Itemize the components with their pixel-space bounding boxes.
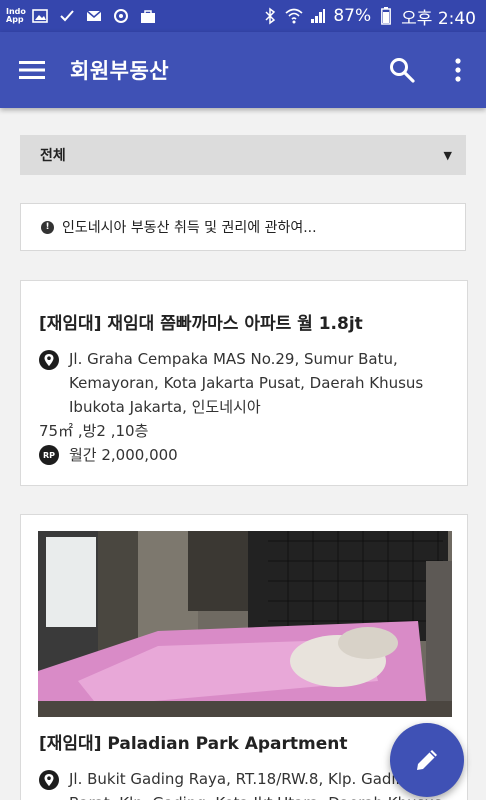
mail-icon: [85, 7, 103, 25]
status-bar: Indo App 87% 오후 2:40: [0, 0, 486, 32]
gallery-icon: [31, 7, 49, 25]
check-icon: [58, 7, 76, 25]
more-vert-icon: [455, 58, 461, 82]
filter-selected-value: 전체: [40, 148, 66, 164]
listing-size: 75㎡ ,방2 ,10층: [39, 422, 149, 440]
hamburger-menu-icon: [19, 61, 45, 79]
location-pin-icon: [39, 350, 59, 370]
more-options-button[interactable]: [430, 32, 486, 108]
listing-price: 월간 2,000,000: [69, 446, 178, 464]
rupiah-icon: RP: [39, 445, 59, 465]
info-icon: !: [41, 220, 54, 234]
indo-app-notification-icon: Indo App: [6, 7, 26, 24]
battery-percent: 87%: [333, 6, 372, 26]
sync-icon: [112, 7, 130, 25]
listing-address-row: Jl. Graha Cempaka MAS No.29, Sumur Batu,…: [21, 350, 467, 419]
bedroom-photo-image: [38, 531, 452, 717]
location-pin-icon: [39, 770, 59, 790]
compose-fab-button[interactable]: [390, 723, 464, 797]
search-icon: [390, 58, 415, 83]
listing-price-row: RP 월간 2,000,000: [21, 443, 467, 467]
notice-text: 인도네시아 부동산 취득 및 권리에 관하여...: [62, 220, 317, 236]
notice-banner[interactable]: ! 인도네시아 부동산 취득 및 권리에 관하여...: [20, 203, 466, 251]
search-button[interactable]: [374, 32, 430, 108]
wifi-icon: [285, 7, 303, 25]
store-bag-icon: [139, 7, 157, 25]
listing-feed[interactable]: 전체 ▼ ! 인도네시아 부동산 취득 및 권리에 관하여... [재임대] 재…: [0, 108, 486, 800]
edit-pencil-icon: [417, 750, 437, 770]
listing-title: [재임대] 재임대 쯤빠까마스 아파트 월 1.8jt: [39, 314, 363, 334]
listing-photo[interactable]: [38, 531, 452, 717]
menu-button[interactable]: [0, 32, 64, 108]
listing-address: Jl. Graha Cempaka MAS No.29, Sumur Batu,…: [69, 350, 424, 416]
app-bar: 회원부동산: [0, 32, 486, 108]
listing-card[interactable]: [재임대] 재임대 쯤빠까마스 아파트 월 1.8jt Jl. Graha Ce…: [20, 280, 468, 486]
signal-icon: [309, 7, 327, 25]
clock: 오후 2:40: [401, 8, 476, 29]
bluetooth-icon: [261, 7, 279, 25]
category-filter-select[interactable]: 전체 ▼: [20, 135, 466, 175]
dropdown-arrow-icon: ▼: [443, 148, 452, 162]
app-title: 회원부동산: [70, 59, 170, 83]
battery-icon: [377, 7, 395, 25]
